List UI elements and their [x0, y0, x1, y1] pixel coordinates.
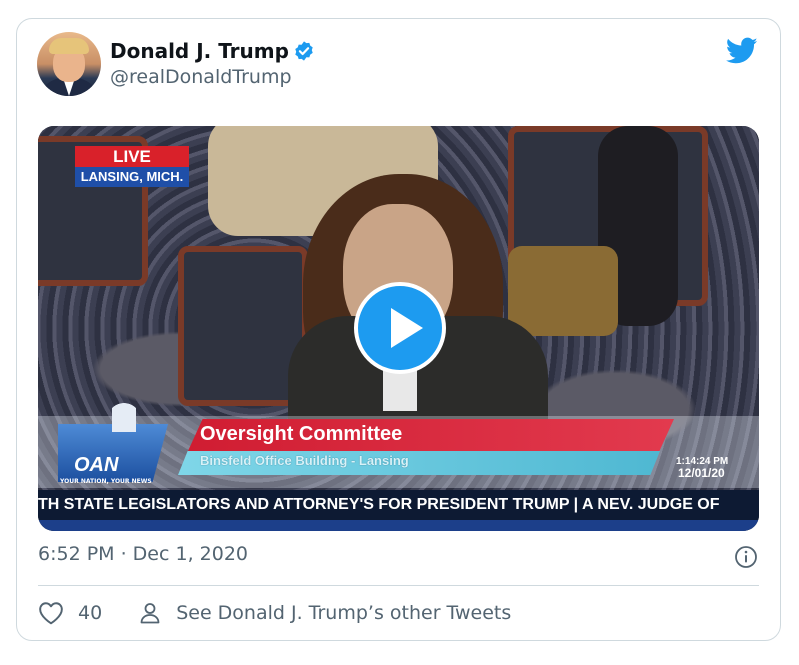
avatar[interactable] [37, 32, 101, 96]
other-tweets-link[interactable]: See Donald J. Trump’s other Tweets [176, 602, 511, 624]
author-handle[interactable]: @realDonaldTrump [110, 66, 292, 88]
broadcast-date: 12/01/20 [678, 466, 725, 480]
leopard-bag [508, 246, 618, 336]
info-icon[interactable] [734, 545, 758, 569]
video-player[interactable]: LIVE LANSING, MICH. OAN YOUR NATION, YOU… [38, 126, 759, 531]
like-count[interactable]: 40 [78, 602, 102, 624]
news-ticker: TH STATE LEGISLATORS AND ATTORNEY'S FOR … [38, 490, 759, 520]
twitter-bird-icon[interactable] [726, 37, 758, 65]
lower-third-subtitle: Binsfeld Office Building - Lansing [200, 453, 409, 468]
tweet-actions: 40 See Donald J. Trump’s other Tweets [38, 601, 511, 625]
person-icon [140, 603, 160, 624]
verified-badge-icon [295, 41, 313, 61]
divider [38, 585, 759, 586]
tweet-timestamp[interactable]: 6:52 PM · Dec 1, 2020 [38, 543, 248, 565]
avatar-hair [49, 38, 89, 54]
play-button[interactable] [354, 282, 446, 374]
location-label: LANSING, MICH. [75, 167, 189, 187]
live-label: LIVE [75, 146, 189, 167]
ticker-strip [38, 520, 759, 531]
author-name[interactable]: Donald J. Trump [110, 39, 289, 63]
capitol-dome-icon [112, 392, 136, 432]
lower-third: OAN YOUR NATION, YOUR NEWS Oversight Com… [38, 392, 759, 488]
lower-third-title: Oversight Committee [200, 423, 403, 445]
author-name-row[interactable]: Donald J. Trump [110, 39, 315, 63]
ticker-text: TH STATE LEGISLATORS AND ATTORNEY'S FOR … [38, 496, 720, 513]
tweet-embed-card: Donald J. Trump @realDonaldTrump LIVE LA… [16, 18, 781, 641]
play-icon [391, 308, 423, 348]
network-tagline: YOUR NATION, YOUR NEWS [60, 478, 152, 485]
heart-icon[interactable] [38, 601, 64, 625]
live-badge: LIVE LANSING, MICH. [75, 146, 189, 187]
network-logo: OAN [74, 454, 119, 476]
